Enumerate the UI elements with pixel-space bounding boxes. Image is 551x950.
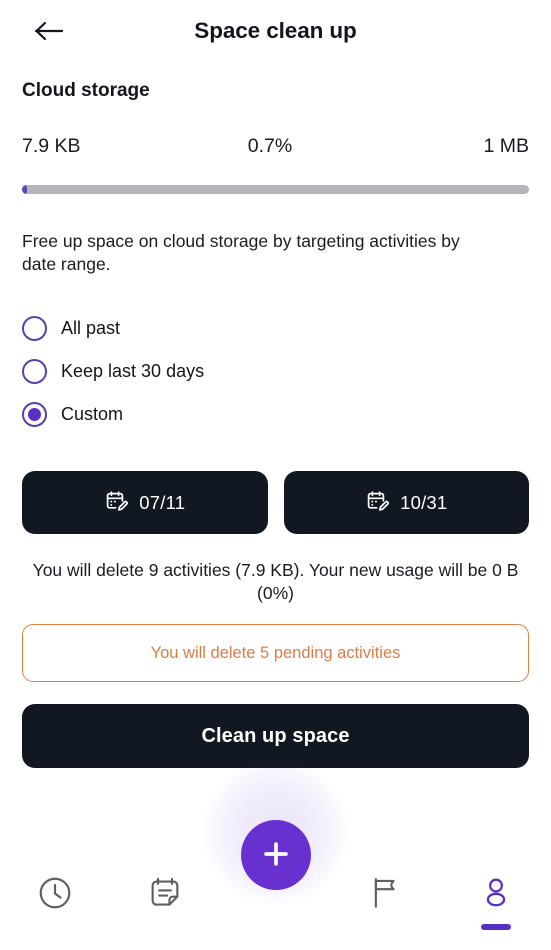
pending-activities-warning: You will delete 5 pending activities xyxy=(22,624,529,683)
storage-used-value: 7.9 KB xyxy=(22,135,81,157)
bottom-navigation xyxy=(0,756,551,950)
end-date-value: 10/31 xyxy=(400,491,448,513)
app-bar: Space clean up xyxy=(0,0,551,62)
radio-indicator xyxy=(22,402,47,428)
nav-item-notes[interactable] xyxy=(110,874,220,917)
storage-metrics-row: 7.9 KB 0.7% 1 MB xyxy=(22,135,529,158)
page-title: Space clean up xyxy=(194,18,357,43)
end-date-button[interactable]: 10/31 xyxy=(283,471,529,535)
radio-option-label: All past xyxy=(61,318,121,339)
flag-icon xyxy=(367,874,405,917)
radio-indicator xyxy=(22,359,47,385)
nav-active-indicator xyxy=(480,924,511,930)
description-text: Free up space on cloud storage by target… xyxy=(22,231,460,275)
back-button[interactable] xyxy=(28,12,70,50)
deletion-summary-text: You will delete 9 activities (7.9 KB). Y… xyxy=(32,560,519,604)
nav-item-history[interactable] xyxy=(0,874,110,917)
start-date-button[interactable]: 07/11 xyxy=(22,471,268,535)
storage-progress-bar xyxy=(22,185,529,194)
storage-progress-fill xyxy=(22,185,27,194)
storage-total-value: 1 MB xyxy=(483,135,529,157)
radio-indicator xyxy=(22,316,47,342)
section-title-cloud-storage: Cloud storage xyxy=(22,80,150,101)
nav-item-goals[interactable] xyxy=(331,874,441,917)
space-cleanup-screen: Space clean up Cloud storage 7.9 KB 0.7%… xyxy=(0,0,551,950)
clean-up-space-button[interactable]: Clean up space xyxy=(22,704,529,769)
radio-option-label: Keep last 30 days xyxy=(61,361,205,382)
radio-option-all-past[interactable]: All past xyxy=(22,307,352,350)
note-icon xyxy=(146,874,184,917)
calendar-edit-icon xyxy=(104,489,129,516)
radio-option-custom[interactable]: Custom xyxy=(22,393,352,436)
warning-text: You will delete 5 pending activities xyxy=(150,643,401,662)
calendar-edit-icon xyxy=(365,489,390,516)
clock-icon xyxy=(36,874,74,917)
radio-option-keep-last-30-days[interactable]: Keep last 30 days xyxy=(22,350,352,393)
start-date-value: 07/11 xyxy=(139,491,186,513)
person-icon xyxy=(477,874,515,917)
plus-icon xyxy=(259,837,293,874)
storage-percent-value: 0.7% xyxy=(247,135,293,157)
nav-item-profile[interactable] xyxy=(441,874,551,930)
add-button[interactable] xyxy=(240,820,311,890)
radio-option-label: Custom xyxy=(61,404,124,425)
date-range-row: 07/11 10/31 xyxy=(22,471,529,535)
arrow-left-icon xyxy=(34,20,64,42)
range-options-group: All past Keep last 30 days Custom xyxy=(22,307,551,436)
